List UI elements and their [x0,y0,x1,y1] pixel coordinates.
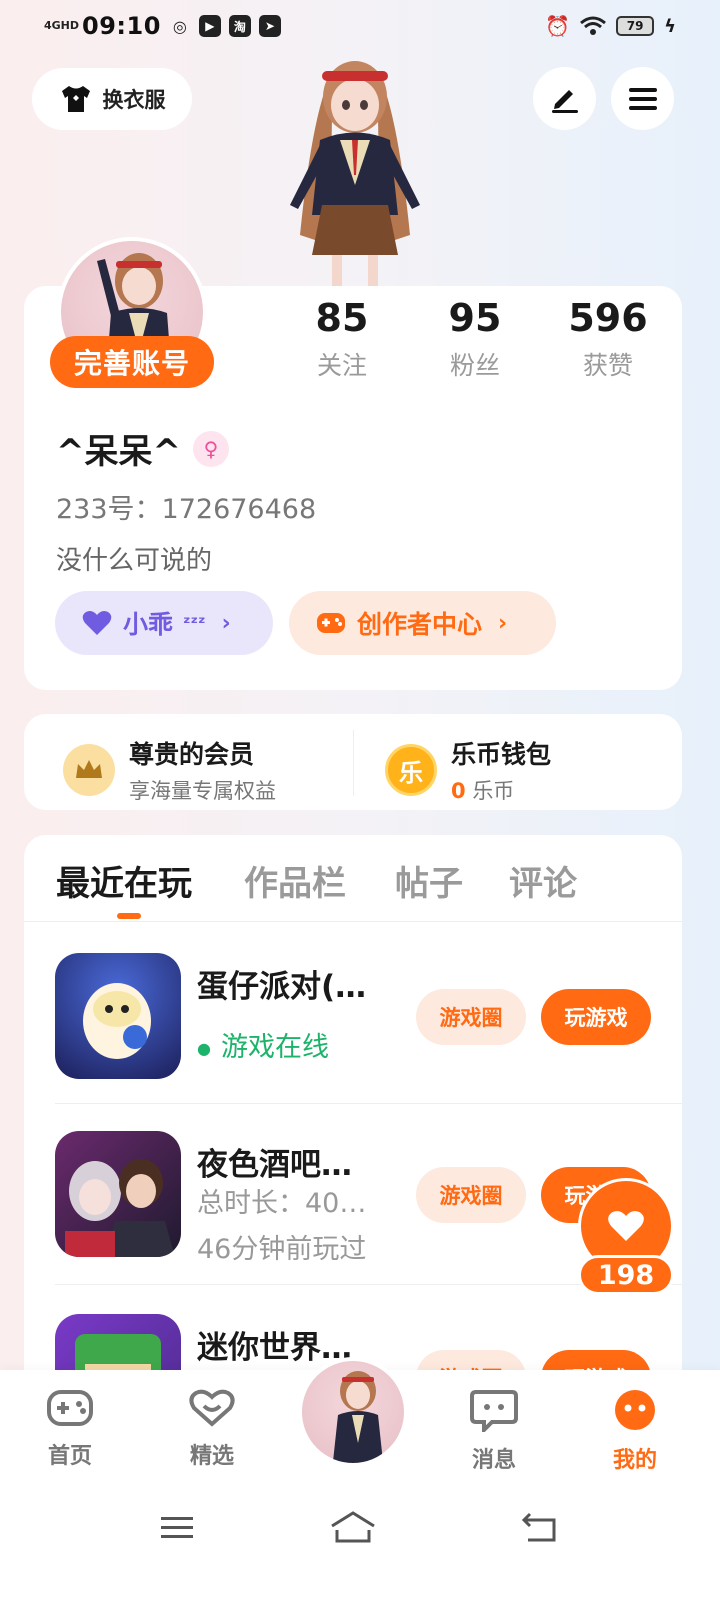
stat-likes[interactable]: 596 获赞 [548,296,668,382]
username: ^呆呆^ [56,432,181,472]
nav-mine[interactable]: 我的 [595,1388,675,1474]
vip-membership-entry[interactable]: 尊贵的会员 享海量专属权益 [63,735,276,805]
chevron-right-icon: › [498,610,508,636]
wallet-balance: 0 乐币 [451,775,551,805]
telegram-icon: ➤ [258,15,281,37]
tab-comments[interactable]: 评论 [509,856,577,905]
menu-button[interactable] [611,67,674,130]
heart-icon [608,1211,644,1241]
wardrobe-label: 换衣服 [102,88,166,112]
nav-featured[interactable]: 精选 [172,1388,252,1470]
sleep-zzz-icon: ᶻᶻᶻ [183,612,206,634]
edit-profile-button[interactable] [533,67,596,130]
wallet-entry[interactable]: 乐 乐币钱包 0 乐币 [385,735,551,805]
wardrobe-button[interactable]: 换衣服 [32,68,192,130]
weibo-icon: ◎ [172,16,187,36]
mood-label: 小乖 [123,610,174,639]
nav-mine-label: 我的 [612,1448,657,1473]
tabs-divider [24,921,682,922]
complete-account-badge[interactable]: 完善账号 [50,336,214,388]
profile-face-icon [615,1390,655,1430]
likes-count: 596 [568,296,648,340]
tab-works[interactable]: 作品栏 [244,856,346,905]
likes-label: 获赞 [582,351,633,380]
recent-apps-icon[interactable] [159,1514,195,1542]
online-dot-icon: ● [197,1039,211,1058]
nav-home[interactable]: 首页 [30,1388,110,1470]
game-icon-night-bar [55,1131,181,1257]
gamepad-icon [317,613,345,633]
followers-count: 95 [448,296,502,340]
nav-messages[interactable]: 消息 [454,1388,534,1474]
game-row[interactable]: 夜色酒吧… 总时长：40… 46分钟前玩过 游戏圈 玩游戏 [55,1131,655,1265]
coin-icon: 乐 [385,744,437,796]
wifi-icon [580,16,607,35]
game-total-time: 总时长：40… [197,1188,367,1219]
nav-home-label: 首页 [47,1444,92,1469]
wallet-amount: 0 [451,779,466,803]
following-label: 关注 [316,351,367,380]
chevron-right-icon: › [221,610,231,636]
vip-subtitle: 享海量专属权益 [129,779,276,803]
alarm-icon: ⏰ [545,14,571,38]
active-tab-indicator [117,913,141,919]
charging-icon: ϟ [664,15,676,37]
battery-indicator: 79 [616,16,655,36]
username-row: ^呆呆^ ♀ [56,424,229,473]
clock: 09:10 [82,12,161,40]
tab-recently-played[interactable]: 最近在玩 [56,856,192,905]
stat-following[interactable]: 85 关注 [282,296,402,382]
home-icon[interactable] [329,1510,377,1544]
crown-icon [63,744,115,796]
tab-posts[interactable]: 帖子 [395,856,463,905]
game-row[interactable]: 蛋仔派对(… ● 游戏在线 游戏圈 玩游戏 [55,953,655,1081]
followers-label: 粉丝 [449,351,500,380]
game-name: 蛋仔派对(… [197,969,367,1005]
heart-outline-icon [189,1389,235,1427]
row-divider [55,1103,682,1104]
game-circle-button[interactable]: 游戏圈 [416,1167,526,1223]
game-online-status: ● 游戏在线 [197,1032,329,1063]
play-game-button[interactable]: 玩游戏 [541,989,651,1045]
creator-center-button[interactable]: 创作者中心 › [289,591,556,655]
nav-messages-label: 消息 [471,1448,516,1473]
stat-followers[interactable]: 95 粉丝 [415,296,535,382]
game-circle-button[interactable]: 游戏圈 [416,989,526,1045]
back-icon[interactable] [520,1512,558,1544]
game-name: 夜色酒吧… [197,1147,352,1183]
chat-bubble-icon [470,1390,518,1435]
gamepad-icon [47,1390,93,1426]
status-bar: 4GHD 09:10 ◎ ▶ 淘 ➤ ⏰ 79 ϟ [0,0,720,56]
shirt-icon [61,86,90,112]
card-divider [353,730,354,796]
nav-featured-label: 精选 [189,1444,234,1469]
user-id: 233号：172676468 [56,494,317,525]
wallet-title: 乐币钱包 [451,740,552,769]
heart-icon [82,611,112,635]
game-icon-eggy-party [55,953,181,1079]
network-indicator: 4GHD [44,19,80,32]
video-app-icon: ▶ [198,15,221,37]
wallet-unit: 乐币 [472,779,515,803]
like-count-badge[interactable]: 198 [578,1255,674,1295]
nav-center-avatar-button[interactable] [298,1357,408,1467]
system-navigation-bar [0,1490,720,1600]
creator-center-label: 创作者中心 [357,610,483,639]
hamburger-icon [628,87,657,110]
vip-title: 尊贵的会员 [129,740,255,769]
user-bio: 没什么可说的 [56,546,213,576]
avatar-character-illustration[interactable] [270,55,440,287]
mood-status-button[interactable]: 小乖 ᶻᶻᶻ › [55,591,273,655]
taobao-icon: 淘 [228,15,251,37]
game-last-played: 46分钟前玩过 [197,1234,367,1265]
following-count: 85 [315,296,369,340]
female-gender-icon: ♀ [192,430,229,467]
pen-icon [551,89,578,113]
